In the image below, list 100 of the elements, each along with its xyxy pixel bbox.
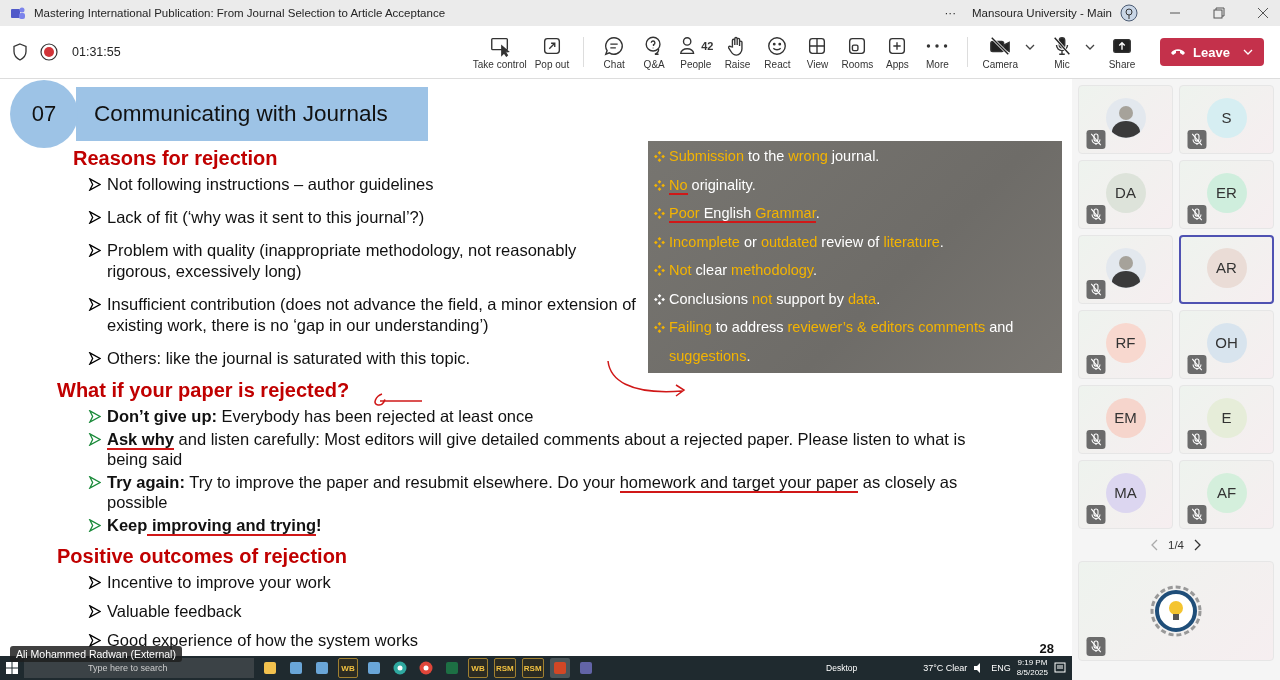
qa-button[interactable]: Q&A (634, 32, 675, 72)
taskbar-app-icon[interactable] (393, 661, 407, 675)
notification-icon[interactable] (1054, 662, 1066, 674)
camera-button[interactable]: Camera (978, 32, 1022, 72)
participant-tile[interactable]: DA (1078, 160, 1173, 229)
raise-button[interactable]: Raise (717, 32, 758, 72)
apps-button[interactable]: Apps (877, 32, 918, 72)
leave-button[interactable]: Leave (1160, 38, 1264, 66)
page-number: 28 (1039, 641, 1054, 656)
avatar-initials: E (1206, 397, 1247, 438)
taskbar-clock[interactable]: 9:19 PM 8/5/2025 (1016, 658, 1048, 678)
participant-tile[interactable]: AF (1179, 460, 1274, 529)
bullet-text: Others: like the journal is saturated with this topic. (107, 348, 471, 369)
avatar-initials: AR (1206, 247, 1247, 288)
diamond-bullet-icon (654, 208, 665, 219)
bullet-text: Insufficient contribution (does not advance the field, a minor extension of existing work, there is no ‘gap in our understanding’) (107, 294, 637, 336)
windows-logo-icon[interactable] (6, 662, 18, 674)
participant-tile[interactable]: S (1179, 85, 1274, 154)
avatar-initials: EM (1105, 397, 1146, 438)
participant-tile[interactable]: E (1179, 385, 1274, 454)
taskbar-app-icon[interactable] (289, 661, 303, 675)
people-button[interactable]: 42 People (674, 32, 718, 72)
taskbar-app-icon[interactable] (367, 661, 381, 675)
avatar-initials: MA (1105, 472, 1146, 513)
camera-icon (989, 34, 1012, 57)
react-button[interactable]: React (757, 32, 798, 72)
taskbar-app-icon[interactable] (315, 661, 329, 675)
participant-tile[interactable]: AR (1179, 235, 1274, 304)
account-name: Mansoura University - Main (972, 7, 1112, 19)
desktop-label[interactable]: Desktop (826, 663, 858, 673)
restore-icon[interactable] (1212, 6, 1226, 20)
account-avatar-icon[interactable] (1120, 4, 1138, 22)
view-button[interactable]: View (797, 32, 838, 72)
react-icon (766, 34, 789, 57)
bullet-text: Lack of fit (‘why was it sent to this journal’?) (107, 207, 425, 228)
pop-out-button[interactable]: Pop out (530, 32, 574, 72)
chat-icon (603, 34, 626, 57)
diamond-bullet-icon (654, 151, 665, 162)
take-control-button[interactable]: Take control (468, 32, 531, 72)
taskbar-app-icon[interactable]: WB (338, 658, 358, 678)
callout-text: Poor English Grammar. (669, 204, 820, 225)
taskbar-app-icon[interactable] (419, 661, 433, 675)
avatar-initials: DA (1105, 172, 1146, 213)
avatar-silhouette-icon (1105, 97, 1146, 138)
chat-button[interactable]: Chat (594, 32, 635, 72)
diamond-bullet-icon (654, 293, 665, 305)
presenter-name-label: Ali Mohammed Radwan (External) (10, 646, 182, 662)
mic-icon (1051, 34, 1073, 57)
participant-tile[interactable]: EM (1078, 385, 1173, 454)
bullet-text: Not following instructions – author guidelines (107, 174, 434, 195)
diamond-bullet-icon (654, 322, 665, 333)
participant-tile[interactable] (1078, 85, 1173, 154)
callout-text: Incomplete or outdated review of literature. (669, 232, 944, 252)
participant-tile[interactable]: MA (1078, 460, 1173, 529)
avatar-initials: RF (1105, 322, 1146, 363)
phone-icon (1170, 47, 1186, 57)
bullet-text: Valuable feedback (107, 601, 242, 622)
taskbar-app-icon[interactable]: RSM (494, 658, 516, 678)
language-indicator[interactable]: ENG (991, 663, 1011, 673)
taskbar-app-icon[interactable] (263, 661, 277, 675)
callout-text: Not clear methodology. (669, 261, 818, 280)
weather-text[interactable]: 37°C Clear (923, 663, 968, 673)
taskbar-app-icon[interactable]: RSM (521, 658, 544, 678)
mic-button[interactable]: Mic (1042, 32, 1082, 72)
more-options[interactable]: ··· (944, 7, 957, 19)
bullet-text: Keep improving and trying! (107, 515, 322, 535)
rooms-button[interactable]: Rooms (837, 32, 878, 72)
avatar-initials: ER (1206, 172, 1247, 213)
callout-text: No originality. (669, 175, 756, 197)
bullet-text: Problem with quality (inappropriate methodology, not reasonably rigorous, excessively long) (107, 240, 578, 282)
participant-tile[interactable]: OH (1179, 310, 1274, 379)
taskbar-app-icon[interactable]: WB (468, 658, 488, 678)
app-logo-icon (10, 5, 26, 21)
avatar-silhouette-icon (1105, 247, 1146, 288)
callout-text: Conclusions not support by data. (669, 289, 881, 309)
participant-tile[interactable] (1078, 235, 1173, 304)
bullet-text: Incentive to improve your work (107, 572, 331, 593)
participant-tile[interactable]: RF (1078, 310, 1173, 379)
diamond-bullet-icon (654, 265, 665, 276)
section-heading: What if your paper is rejected? (57, 379, 350, 402)
bullet-text: Don’t give up: Everybody has been rejected at least once (107, 406, 534, 426)
slide-title: Communicating with Journals (76, 87, 428, 141)
more-button[interactable]: More (917, 32, 958, 72)
avatar-initials: OH (1206, 322, 1247, 363)
more-icon (926, 42, 949, 49)
participant-tile[interactable] (1078, 561, 1274, 661)
next-page-icon[interactable] (1192, 539, 1202, 551)
close-icon[interactable] (1256, 6, 1270, 20)
window-title: Mastering International Publication: From Journal Selection to Article Acceptance (34, 7, 446, 19)
section-heading: Positive outcomes of rejection (57, 545, 348, 568)
gear-bulb-logo-icon (1150, 585, 1202, 637)
share-button[interactable]: Share (1102, 32, 1142, 72)
diamond-bullet-icon (654, 179, 665, 191)
diamond-bullet-icon (654, 236, 665, 248)
callout-text: Failing to address reviewer’s & editors comments and suggestions. (669, 318, 1015, 366)
shield-icon[interactable] (12, 43, 28, 61)
page-indicator: 1/4 (1168, 539, 1184, 551)
participant-tile[interactable]: ER (1179, 160, 1274, 229)
meeting-timer: 01:31:55 (72, 45, 121, 59)
slide-number: 07 (10, 80, 78, 148)
